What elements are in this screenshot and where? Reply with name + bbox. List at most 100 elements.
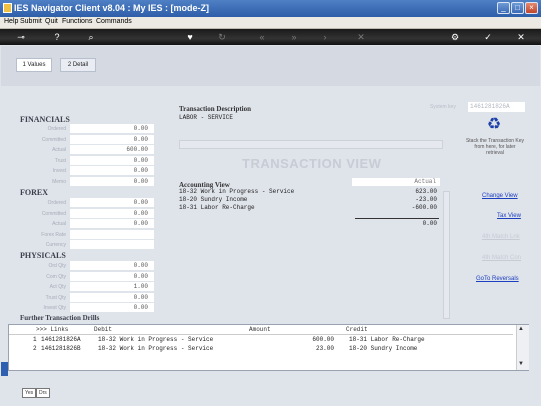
drill-row-amount: 600.00 [312,336,334,343]
drill-row-credit: 18-20 Sundry Income [349,345,418,352]
forex-field[interactable]: 0.00 [70,208,154,218]
financials-field[interactable]: 600.00 [70,145,154,154]
settings-icon[interactable]: ⚙ [448,31,462,43]
help-icon[interactable]: ? [50,31,64,43]
minimize-button[interactable]: _ [497,2,510,14]
title-bar: IES Navigator Client v8.04 : My IES : [m… [0,0,541,17]
accounting-line-account: 18-31 Labor Re-Charge [179,204,255,211]
physicals-field[interactable]: 0.00 [70,292,154,302]
forward-icon[interactable]: » [287,31,301,43]
cancel-icon[interactable]: ✕ [514,31,528,43]
app-icon [3,3,12,13]
col-debit-header: Debit [94,326,113,333]
close-button[interactable]: × [525,2,538,14]
actual-column-header: Actual [352,178,440,186]
scroll-down-icon[interactable]: ▼ [518,361,524,367]
forex-label: Currency [45,242,66,248]
forex-field[interactable]: 0.00 [70,198,154,207]
accounting-line-account: 18-32 Work in Progress - Service [179,188,295,195]
transaction-view-watermark: TRANSACTION VIEW [242,156,382,171]
menu-help[interactable]: Help [4,18,18,25]
status-button-2[interactable]: Drs [36,388,50,398]
tax-view-link[interactable]: Tax View [497,213,521,219]
next-icon[interactable]: › [318,31,332,43]
financials-field[interactable]: 0.00 [70,134,154,144]
physicals-label: Trust Qty [45,294,66,301]
refresh-icon[interactable]: ↻ [215,31,229,43]
stack-hint: Stack the Transaction Key from here, for… [465,138,525,156]
heart-icon[interactable]: ♥ [183,31,197,43]
delete-icon[interactable]: ✕ [354,31,368,43]
financials-field[interactable]: 0.00 [70,124,154,133]
forex-field[interactable]: 0.00 [70,219,154,228]
financials-field[interactable]: 0.00 [70,176,154,186]
accounting-line-amount: -600.00 [411,204,437,211]
accounting-line-amount: 623.00 [415,188,437,195]
physicals-field[interactable]: 0.00 [70,261,154,270]
financials-heading: FINANCIALS [20,115,70,124]
col-credit-header: Credit [346,326,368,333]
grid-header-divider [9,334,513,335]
physicals-field[interactable]: 0.00 [70,303,154,312]
key-icon[interactable]: ⊸ [14,31,28,43]
financials-field[interactable]: 0.00 [70,155,154,165]
forex-field[interactable] [70,229,154,239]
scroll-up-icon[interactable]: ▲ [518,326,524,332]
accounting-line-amount: -23.00 [415,196,437,203]
drill-row-link[interactable]: 1461281826B [41,345,81,352]
forex-label: Committed [41,210,66,217]
drill-row-number: 1 [33,336,37,343]
drill-row-link[interactable]: 1461281826A [41,336,81,343]
drills-grid: >>> Links Debit Amount Credit 1 146128182… [8,324,529,371]
col-amount-header: Amount [249,326,271,333]
description-scrollbar[interactable] [179,140,443,149]
forex-heading: FOREX [20,188,48,197]
accounting-line-account: 18-20 Sundry Income [179,196,248,203]
drills-heading: Further Transaction Drills [20,314,100,322]
status-bar [0,384,541,406]
match-link-link[interactable]: 4th Match Lnk [482,234,520,240]
financials-label: Trust [54,157,66,164]
menu-functions[interactable]: Functions [62,18,92,25]
window-title: IES Navigator Client v8.04 : My IES : [m… [14,3,210,13]
menu-quit[interactable]: Quit [45,18,58,25]
physicals-field[interactable]: 1.00 [70,282,154,291]
menu-submit[interactable]: Submit [20,18,42,25]
system-key-label: System key [430,104,456,110]
change-view-link[interactable]: Change View [482,193,518,199]
forex-label: Actual [52,221,66,227]
physicals-heading: PHYSICALS [20,251,66,260]
menu-commands[interactable]: Commands [96,18,132,25]
status-button-1[interactable]: Yes [22,388,37,398]
tab-detail[interactable]: 2 Detail [60,58,96,72]
forex-label: Ordered [47,200,66,206]
toolbar: ⊸ ? ⌕ ♥ ↻ « » › ✕ ⚙ ✓ ✕ [0,29,541,45]
forex-field[interactable] [70,240,154,249]
financials-field[interactable]: 0.00 [70,166,154,175]
col-links-header: >>> Links [36,326,69,333]
menu-bar: Help Submit Quit Functions Commands [0,17,541,29]
accounting-scrollbar[interactable] [443,191,450,319]
stack-icon[interactable]: ♻ [486,116,502,134]
match-con-link[interactable]: 4th Match Con [482,255,521,261]
financials-label: Invest [52,168,66,174]
transaction-description-value: LABOR - SERVICE [179,114,234,121]
maximize-button[interactable]: □ [511,2,524,14]
side-dock [1,362,8,376]
physicals-field[interactable]: 0.00 [70,271,154,281]
rewind-icon[interactable]: « [255,31,269,43]
physicals-label: Ord Qty [48,263,66,269]
accounting-total: 0.00 [422,220,437,227]
goto-reversals-link[interactable]: GoTo Reversals [476,276,519,282]
total-divider [355,218,439,219]
confirm-icon[interactable]: ✓ [481,31,495,43]
financials-label: Ordered [47,126,66,132]
tab-values[interactable]: 1 Values [16,58,52,72]
financials-label: Memo [52,178,66,185]
search-icon[interactable]: ⌕ [84,31,98,43]
physicals-label: Com Qty [46,273,66,280]
drill-row-number: 2 [33,345,37,352]
drill-row-amount: 23.00 [315,345,334,352]
financials-label: Actual [52,147,66,153]
system-key-field[interactable]: 1461281826A [468,102,525,112]
